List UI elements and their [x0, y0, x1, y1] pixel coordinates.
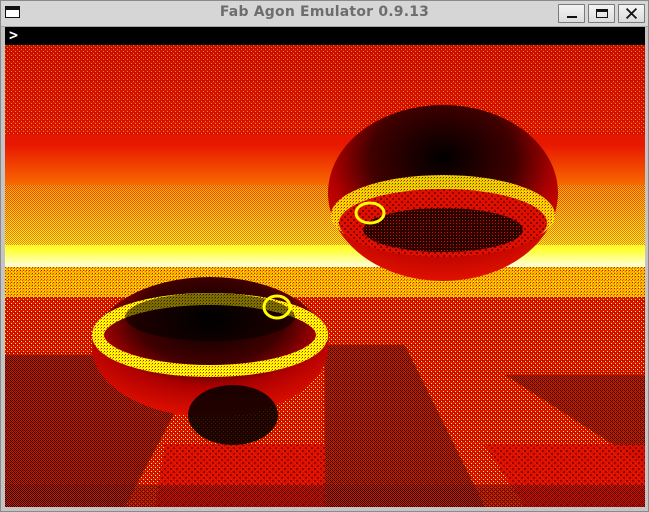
raytraced-scene — [5, 45, 645, 507]
emulator-window: Fab Agon Emulator 0.9.13 > — [0, 0, 649, 512]
maximize-button[interactable] — [588, 4, 615, 23]
close-button[interactable] — [618, 4, 645, 23]
minimize-icon — [567, 16, 577, 18]
window-title: Fab Agon Emulator 0.9.13 — [219, 4, 430, 20]
emulator-screen[interactable]: > — [5, 27, 645, 507]
console-line: > — [5, 27, 645, 45]
title-bar[interactable]: Fab Agon Emulator 0.9.13 — [1, 1, 648, 27]
maximize-icon — [596, 9, 608, 18]
console-prompt: > — [9, 27, 19, 44]
close-icon — [625, 7, 638, 20]
minimize-button[interactable] — [558, 4, 585, 23]
